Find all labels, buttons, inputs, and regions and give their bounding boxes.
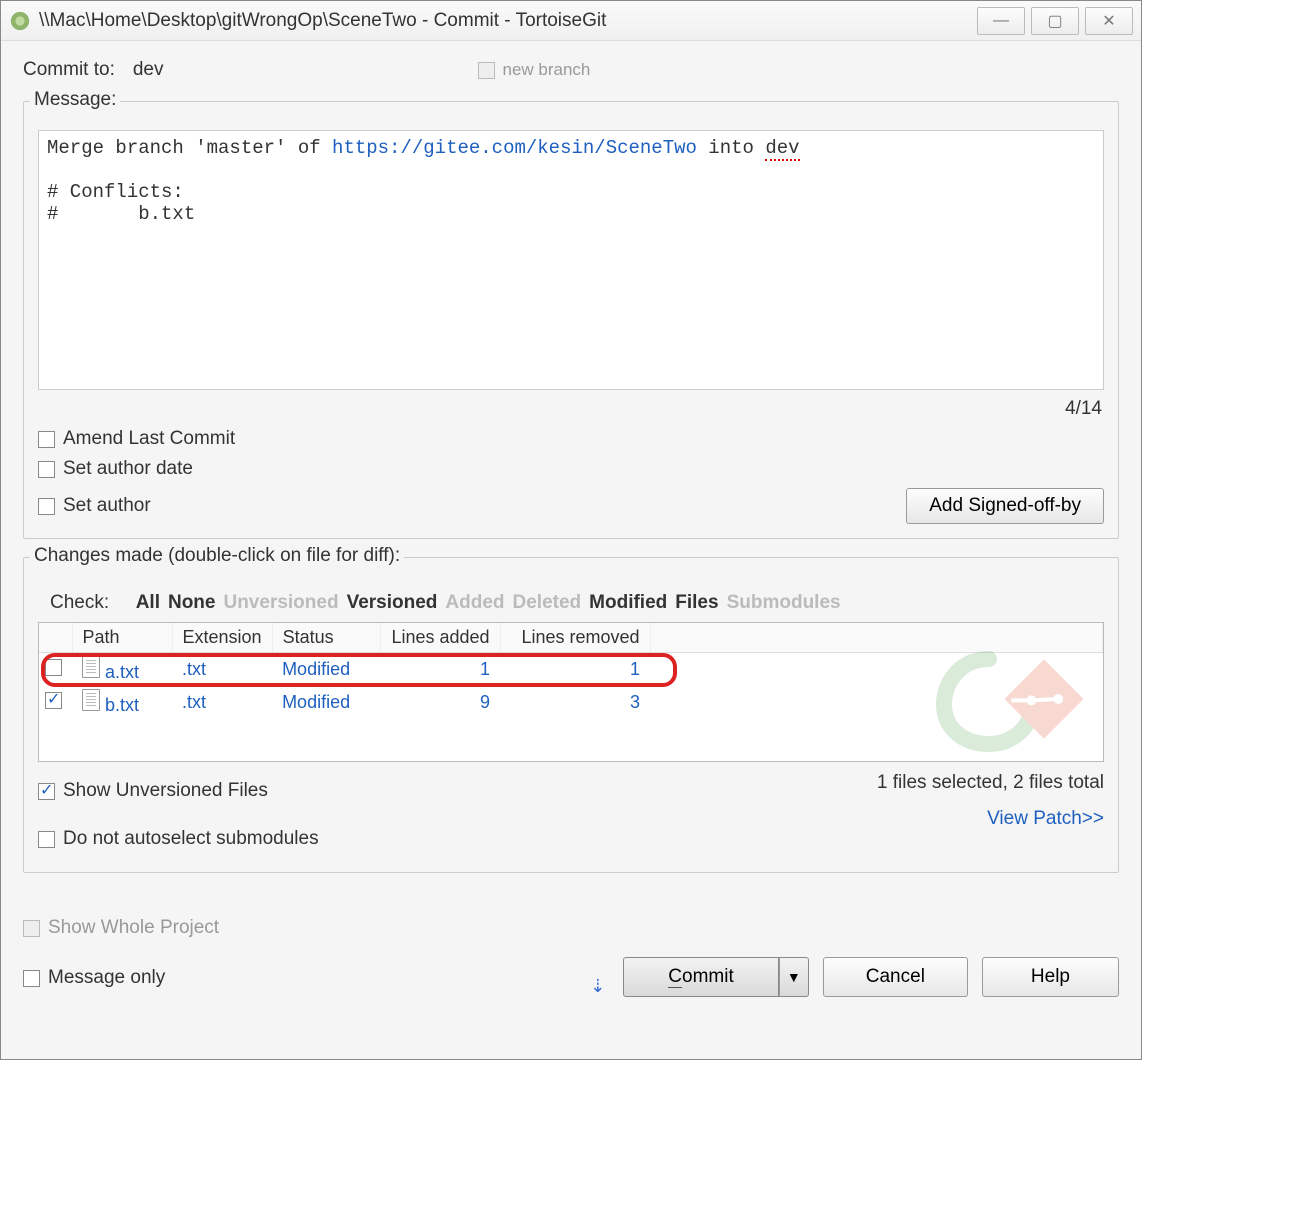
file-list: Path Extension Status Lines added Lines …: [38, 622, 1104, 762]
commit-split-button[interactable]: Commit ▼: [623, 957, 808, 997]
file-checkbox[interactable]: [45, 692, 62, 709]
conclude-icon[interactable]: ⇣: [590, 976, 605, 997]
filter-none[interactable]: None: [168, 592, 216, 614]
cursor-position: 4/14: [40, 398, 1102, 420]
amend-checkbox[interactable]: [38, 431, 55, 448]
new-branch-label: new branch: [503, 60, 591, 80]
watermark-icon: [929, 644, 1099, 759]
filter-files[interactable]: Files: [675, 592, 718, 614]
commit-to-label: Commit to:: [23, 59, 115, 81]
filter-deleted[interactable]: Deleted: [513, 592, 582, 614]
show-unversioned-checkbox[interactable]: [38, 783, 55, 800]
set-author-date-checkbox[interactable]: [38, 461, 55, 478]
file-icon: [82, 656, 100, 678]
window-title: \\Mac\Home\Desktop\gitWrongOp\SceneTwo -…: [39, 10, 971, 32]
files-status: 1 files selected, 2 files total: [877, 772, 1104, 794]
filter-unversioned[interactable]: Unversioned: [223, 592, 338, 614]
file-checkbox[interactable]: [45, 659, 62, 676]
message-groupbox: Message: Merge branch 'master' of https:…: [23, 101, 1119, 539]
changes-groupbox: Changes made (double-click on file for d…: [23, 557, 1119, 873]
commit-button[interactable]: Commit: [623, 957, 778, 997]
minimize-button[interactable]: —: [977, 7, 1025, 35]
titlebar: \\Mac\Home\Desktop\gitWrongOp\SceneTwo -…: [1, 1, 1141, 41]
check-filter-row: Check: All None Unversioned Versioned Ad…: [50, 592, 1100, 614]
tortoisegit-icon: [9, 10, 31, 32]
no-autoselect-label: Do not autoselect submodules: [63, 828, 319, 850]
branch-link[interactable]: dev: [133, 59, 164, 81]
set-author-checkbox[interactable]: [38, 498, 55, 515]
view-patch-link[interactable]: View Patch>>: [877, 808, 1104, 830]
col-path[interactable]: Path: [72, 623, 172, 653]
filter-submodules[interactable]: Submodules: [727, 592, 841, 614]
maximize-button[interactable]: ▢: [1031, 7, 1079, 35]
window-controls: — ▢ ✕: [971, 7, 1133, 35]
message-only-checkbox[interactable]: [23, 970, 40, 987]
set-author-date-label: Set author date: [63, 458, 193, 480]
show-whole-project-checkbox: [23, 920, 40, 937]
commit-dialog: \\Mac\Home\Desktop\gitWrongOp\SceneTwo -…: [0, 0, 1142, 1060]
message-only-label: Message only: [48, 967, 165, 989]
new-branch-checkbox[interactable]: [478, 62, 495, 79]
no-autoselect-checkbox[interactable]: [38, 831, 55, 848]
filter-added[interactable]: Added: [445, 592, 504, 614]
changes-group-label: Changes made (double-click on file for d…: [30, 545, 404, 567]
set-author-label: Set author: [63, 495, 151, 517]
col-status[interactable]: Status: [272, 623, 380, 653]
help-button[interactable]: Help: [982, 957, 1119, 997]
commit-dropdown-button[interactable]: ▼: [779, 957, 809, 997]
add-signed-off-by-button[interactable]: Add Signed-off-by: [906, 488, 1104, 524]
commit-message-input[interactable]: Merge branch 'master' of https://gitee.c…: [38, 130, 1104, 390]
col-lines-removed[interactable]: Lines removed: [500, 623, 650, 653]
amend-label: Amend Last Commit: [63, 428, 235, 450]
file-icon: [82, 689, 100, 711]
message-group-label: Message:: [30, 89, 120, 111]
show-whole-project-label: Show Whole Project: [48, 917, 219, 939]
show-unversioned-label: Show Unversioned Files: [63, 780, 268, 802]
close-button[interactable]: ✕: [1085, 7, 1133, 35]
cancel-button[interactable]: Cancel: [823, 957, 968, 997]
filter-versioned[interactable]: Versioned: [347, 592, 438, 614]
col-lines-added[interactable]: Lines added: [380, 623, 500, 653]
col-extension[interactable]: Extension: [172, 623, 272, 653]
filter-modified[interactable]: Modified: [589, 592, 667, 614]
filter-all[interactable]: All: [136, 592, 160, 614]
check-label: Check:: [50, 592, 109, 614]
